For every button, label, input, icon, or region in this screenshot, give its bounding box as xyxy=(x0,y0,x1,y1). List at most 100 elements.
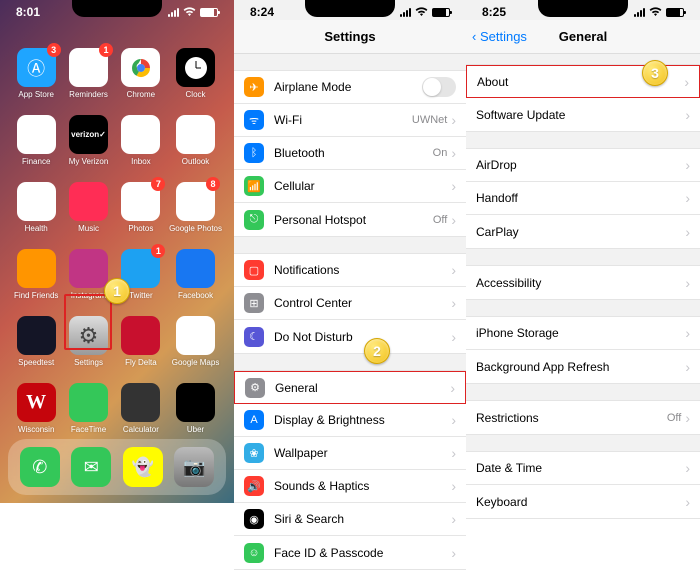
app-outlook[interactable]: Outlook xyxy=(169,115,222,166)
row-bluetooth[interactable]: ᛒBluetoothOn› xyxy=(234,137,466,170)
app-chrome[interactable]: Chrome xyxy=(117,48,165,99)
row-accessibility[interactable]: Accessibility› xyxy=(466,266,700,299)
row-label: Face ID & Passcode xyxy=(274,546,451,560)
app-uber[interactable]: Uber xyxy=(169,383,222,434)
app-music[interactable]: Music xyxy=(64,182,112,233)
row-label: Personal Hotspot xyxy=(274,213,433,227)
row-control-center[interactable]: ⊞Control Center› xyxy=(234,287,466,320)
row-do-not-disturb[interactable]: ☾Do Not Disturb› xyxy=(234,320,466,353)
app-label: Facebook xyxy=(178,291,213,300)
app-icon xyxy=(176,316,215,355)
group: iPhone Storage›Background App Refresh› xyxy=(466,316,700,384)
row-iphone-storage[interactable]: iPhone Storage› xyxy=(466,317,700,350)
settings-screen: 8:24 Settings ✈Airplane ModeᯤWi-FiUWNet›… xyxy=(234,0,466,503)
dock-phone[interactable]: ✆ xyxy=(20,447,60,487)
row-background-app-refresh[interactable]: Background App Refresh› xyxy=(466,350,700,383)
row-date-time[interactable]: Date & Time› xyxy=(466,452,700,485)
group: ⚙General›ADisplay & Brightness›❀Wallpape… xyxy=(234,370,466,570)
row-label: Do Not Disturb xyxy=(274,330,451,344)
row-general[interactable]: ⚙General› xyxy=(234,371,466,404)
app-icon xyxy=(17,182,56,221)
chevron-right-icon: › xyxy=(451,112,456,128)
row-personal-hotspot[interactable]: ⎋Personal HotspotOff› xyxy=(234,203,466,236)
app-label: Speedtest xyxy=(18,358,54,367)
row-software-update[interactable]: Software Update› xyxy=(466,98,700,131)
display-icon: A xyxy=(244,410,264,430)
row-label: Accessibility xyxy=(476,276,685,290)
app-facetime[interactable]: FaceTime xyxy=(64,383,112,434)
faceid-icon: ☺ xyxy=(244,543,264,563)
dock-snapchat[interactable]: 👻 xyxy=(123,447,163,487)
row-airdrop[interactable]: AirDrop› xyxy=(466,149,700,182)
app-health[interactable]: Health xyxy=(12,182,60,233)
row-notifications[interactable]: ▢Notifications› xyxy=(234,254,466,287)
toggle[interactable] xyxy=(422,77,456,97)
row-carplay[interactable]: CarPlay› xyxy=(466,215,700,248)
row-keyboard[interactable]: Keyboard› xyxy=(466,485,700,518)
app-icon xyxy=(176,115,215,154)
app-photos[interactable]: 7Photos xyxy=(117,182,165,233)
battery-icon xyxy=(200,8,218,17)
notch xyxy=(538,0,628,17)
row-label: AirDrop xyxy=(476,158,685,172)
row-label: CarPlay xyxy=(476,225,685,239)
nav-bar: Settings xyxy=(234,20,466,54)
notifications-icon: ▢ xyxy=(244,260,264,280)
chevron-right-icon: › xyxy=(684,74,689,90)
app-icon: 8 xyxy=(176,182,215,221)
notch xyxy=(305,0,395,17)
app-inbox[interactable]: Inbox xyxy=(117,115,165,166)
row-label: Date & Time xyxy=(476,461,685,475)
app-speedtest[interactable]: Speedtest xyxy=(12,316,60,367)
app-label: Health xyxy=(25,224,48,233)
cellular-icon: 📶 xyxy=(244,176,264,196)
settings-list[interactable]: ✈Airplane ModeᯤWi-FiUWNet›ᛒBluetoothOn›📶… xyxy=(234,54,466,570)
app-label: Chrome xyxy=(127,90,155,99)
back-button[interactable]: ‹ Settings xyxy=(472,29,527,44)
row-siri-search[interactable]: ◉Siri & Search› xyxy=(234,503,466,536)
dock-messages[interactable]: ✉ xyxy=(71,447,111,487)
row-label: Display & Brightness xyxy=(274,413,451,427)
row-restrictions[interactable]: RestrictionsOff› xyxy=(466,401,700,434)
chevron-right-icon: › xyxy=(451,212,456,228)
app-app-store[interactable]: Ⓐ3App Store xyxy=(12,48,60,99)
app-calculator[interactable]: Calculator xyxy=(117,383,165,434)
dock-camera[interactable]: 📷 xyxy=(174,447,214,487)
chevron-right-icon: › xyxy=(685,410,690,426)
nav-bar: ‹ Settings General xyxy=(466,20,700,54)
row-handoff[interactable]: Handoff› xyxy=(466,182,700,215)
app-label: Google Photos xyxy=(169,224,222,233)
app-icon xyxy=(17,115,56,154)
app-my-verizon[interactable]: verizon✓My Verizon xyxy=(64,115,112,166)
app-icon xyxy=(121,48,160,87)
wifi-icon: ᯤ xyxy=(244,110,264,130)
chevron-right-icon: › xyxy=(685,224,690,240)
app-label: My Verizon xyxy=(69,157,109,166)
row-wi-fi[interactable]: ᯤWi-FiUWNet› xyxy=(234,104,466,137)
app-google-photos[interactable]: 8 Google Photos xyxy=(169,182,222,233)
status-time: 8:25 xyxy=(482,5,506,19)
app-facebook[interactable]: Facebook xyxy=(169,249,222,300)
row-sounds-haptics[interactable]: 🔊Sounds & Haptics› xyxy=(234,470,466,503)
app-icon: Ⓐ3 xyxy=(17,48,56,87)
row-face-id-passcode[interactable]: ☺Face ID & Passcode› xyxy=(234,536,466,569)
row-value: Off xyxy=(667,412,681,424)
app-find-friends[interactable]: Find Friends xyxy=(12,249,60,300)
row-cellular[interactable]: 📶Cellular› xyxy=(234,170,466,203)
general-screen: 8:25 ‹ Settings General About›Software U… xyxy=(466,0,700,503)
bluetooth-icon: ᛒ xyxy=(244,143,264,163)
app-wisconsin[interactable]: WWisconsin xyxy=(12,383,60,434)
row-airplane-mode[interactable]: ✈Airplane Mode xyxy=(234,71,466,104)
app-google-maps[interactable]: Google Maps xyxy=(169,316,222,367)
status-time: 8:01 xyxy=(16,5,40,19)
row-wallpaper[interactable]: ❀Wallpaper› xyxy=(234,437,466,470)
app-label: Reminders xyxy=(69,90,108,99)
app-finance[interactable]: Finance xyxy=(12,115,60,166)
app-label: Settings xyxy=(74,358,103,367)
signal-icon xyxy=(400,8,411,17)
general-list[interactable]: About›Software Update›AirDrop›Handoff›Ca… xyxy=(466,54,700,519)
app-fly-delta[interactable]: Fly Delta xyxy=(117,316,165,367)
row-display-brightness[interactable]: ADisplay & Brightness› xyxy=(234,404,466,437)
app-reminders[interactable]: 1Reminders xyxy=(64,48,112,99)
app-clock[interactable]: Clock xyxy=(169,48,222,99)
